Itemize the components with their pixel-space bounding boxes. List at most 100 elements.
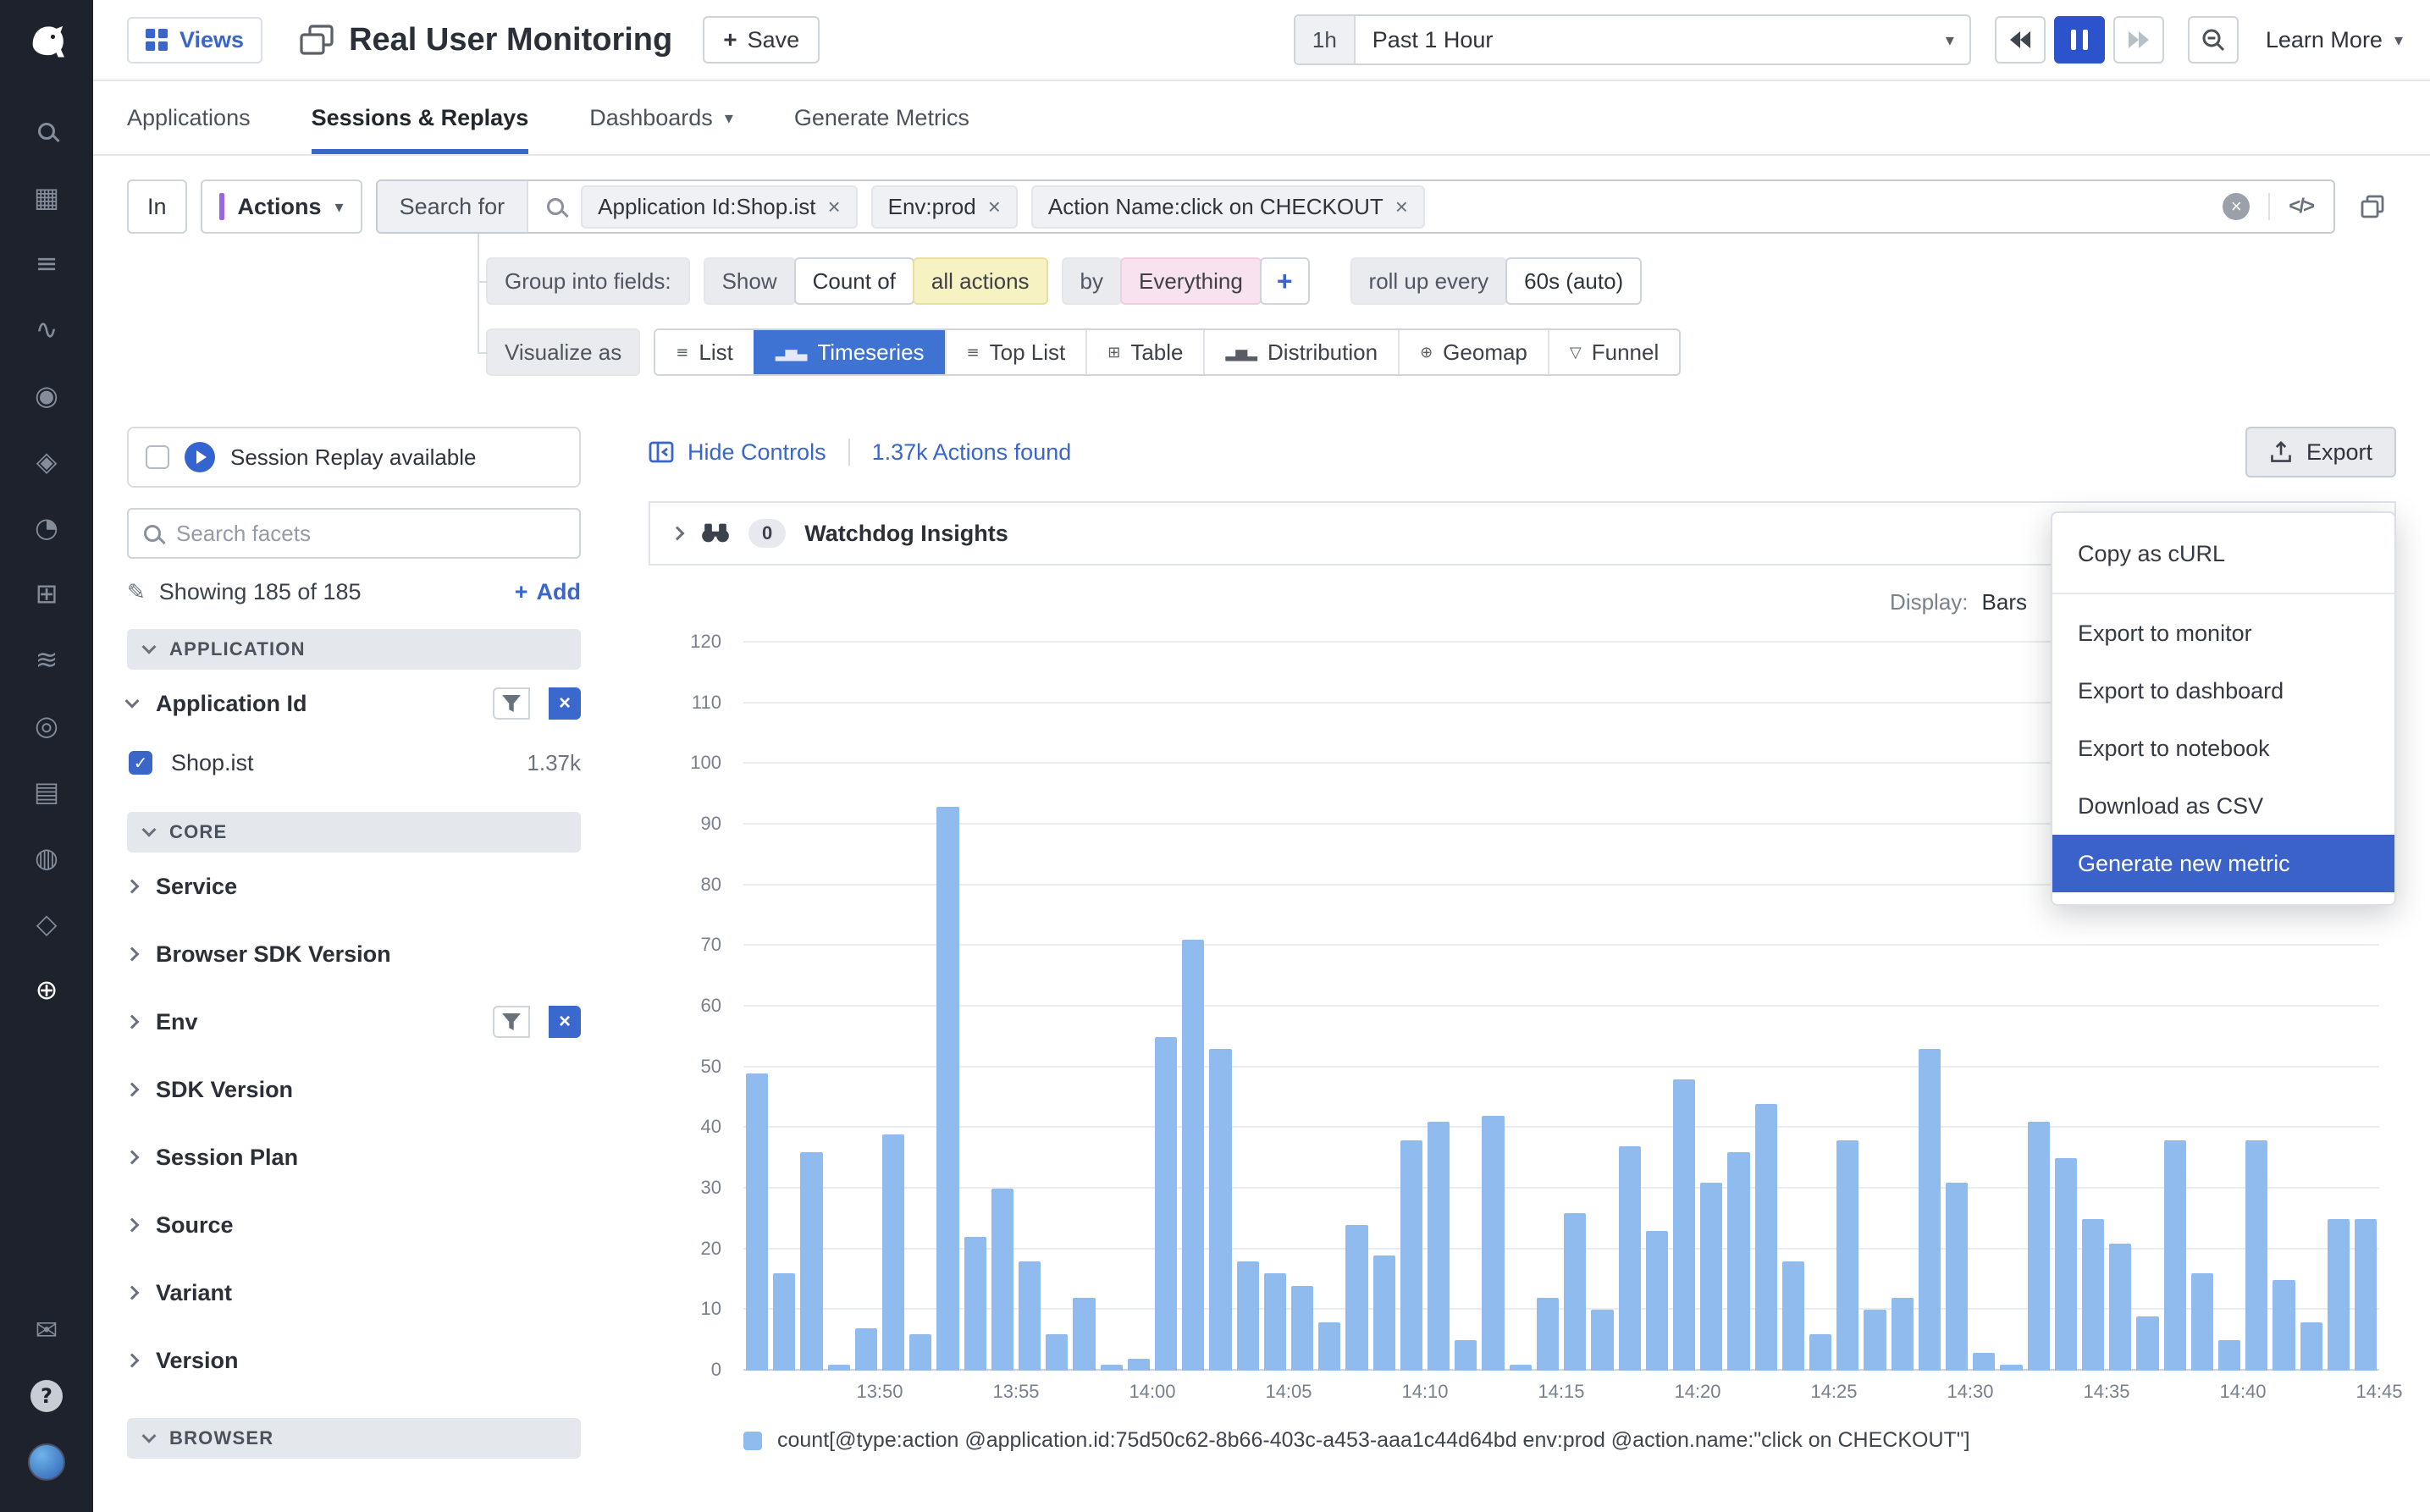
logs-icon[interactable]: ▤ bbox=[21, 766, 72, 817]
bar-14:34[interactable] bbox=[2082, 1219, 2104, 1371]
security-icon[interactable]: ◇ bbox=[21, 898, 72, 949]
bar-13:53[interactable] bbox=[964, 1237, 986, 1371]
clear-facet-filter-button[interactable]: × bbox=[549, 687, 581, 720]
facet-section-application[interactable]: APPLICATION bbox=[127, 629, 581, 670]
views-button[interactable]: Views bbox=[127, 17, 262, 63]
facet-variant[interactable]: Variant bbox=[127, 1259, 581, 1327]
bar-14:22[interactable] bbox=[1755, 1104, 1777, 1371]
tab-sessions-replays[interactable]: Sessions & Replays bbox=[312, 81, 529, 154]
results-count-link[interactable]: 1.37k Actions found bbox=[872, 439, 1072, 466]
bar-14:05[interactable] bbox=[1291, 1286, 1313, 1371]
bar-13:47[interactable] bbox=[800, 1152, 822, 1371]
search-icon[interactable] bbox=[21, 106, 72, 157]
bar-14:27[interactable] bbox=[1892, 1298, 1914, 1371]
service-map-icon[interactable]: ◈ bbox=[21, 436, 72, 487]
metrics-icon[interactable]: ∿ bbox=[21, 304, 72, 355]
facet-value-shop-ist[interactable]: ✓Shop.ist1.37k bbox=[127, 737, 581, 788]
watchdog-icon[interactable]: ◍ bbox=[21, 832, 72, 883]
viz-list-button[interactable]: ≡List bbox=[655, 330, 754, 374]
filter-pill-application-id-shop-ist[interactable]: Application Id:Shop.ist× bbox=[581, 185, 857, 229]
bar-14:31[interactable] bbox=[2000, 1365, 2022, 1371]
tab-applications[interactable]: Applications bbox=[127, 81, 251, 154]
facet-env[interactable]: Env× bbox=[127, 988, 581, 1056]
time-range-picker[interactable]: 1h Past 1 Hour ▾ bbox=[1294, 14, 1971, 65]
viz-table-button[interactable]: ⊞Table bbox=[1085, 330, 1203, 374]
bar-14:39[interactable] bbox=[2218, 1340, 2240, 1371]
bar-14:28[interactable] bbox=[1919, 1049, 1941, 1371]
viz-top-list-button[interactable]: ≡Top List bbox=[945, 330, 1086, 374]
infrastructure-icon[interactable]: ▦ bbox=[21, 172, 72, 223]
facet-section-browser[interactable]: BROWSER bbox=[127, 1418, 581, 1459]
count-of-select[interactable]: Count of bbox=[794, 257, 914, 305]
learn-more-button[interactable]: Learn More ▾ bbox=[2266, 27, 2403, 53]
bar-14:04[interactable] bbox=[1264, 1273, 1286, 1371]
synthetics-icon[interactable]: ◎ bbox=[21, 700, 72, 751]
menu-item-export-to-notebook[interactable]: Export to notebook bbox=[2052, 720, 2394, 777]
bar-14:07[interactable] bbox=[1345, 1225, 1367, 1371]
duplicate-query-button[interactable] bbox=[2349, 179, 2396, 234]
facet-sdk-version[interactable]: SDK Version bbox=[127, 1056, 581, 1123]
group-by-select[interactable]: Everything bbox=[1120, 257, 1262, 305]
bar-13:49[interactable] bbox=[855, 1328, 877, 1371]
bar-13:54[interactable] bbox=[991, 1189, 1013, 1371]
facet-source[interactable]: Source bbox=[127, 1191, 581, 1259]
facet-session-plan[interactable]: Session Plan bbox=[127, 1123, 581, 1191]
filter-pill-action-name-click-on-checkout[interactable]: Action Name:click on CHECKOUT× bbox=[1031, 185, 1425, 229]
add-group-by-button[interactable]: + bbox=[1260, 257, 1310, 305]
bar-14:37[interactable] bbox=[2164, 1140, 2186, 1371]
bar-13:50[interactable] bbox=[882, 1134, 904, 1371]
bar-14:42[interactable] bbox=[2300, 1322, 2322, 1371]
bar-14:10[interactable] bbox=[1428, 1122, 1450, 1371]
display-mode-select[interactable]: Bars bbox=[1982, 589, 2027, 615]
legend-label[interactable]: count[@type:action @application.id:75d50… bbox=[777, 1428, 1970, 1453]
apm-icon[interactable]: ◉ bbox=[21, 370, 72, 421]
bar-14:43[interactable] bbox=[2328, 1219, 2350, 1371]
bar-14:29[interactable] bbox=[1946, 1183, 1968, 1371]
facet-section-core[interactable]: CORE bbox=[127, 812, 581, 853]
remove-filter-icon[interactable]: × bbox=[1395, 196, 1408, 218]
search-bar[interactable]: Search for Application Id:Shop.ist×Env:p… bbox=[376, 179, 2335, 234]
bar-14:36[interactable] bbox=[2136, 1316, 2158, 1371]
measure-select[interactable]: all actions bbox=[913, 257, 1048, 305]
facet-browser-sdk-version[interactable]: Browser SDK Version bbox=[127, 920, 581, 988]
bar-14:23[interactable] bbox=[1782, 1261, 1804, 1371]
bar-14:24[interactable] bbox=[1809, 1334, 1831, 1371]
filter-pill-env-prod[interactable]: Env:prod× bbox=[871, 185, 1018, 229]
hide-controls-link[interactable]: Hide Controls bbox=[649, 439, 826, 466]
tab-dashboards[interactable]: Dashboards▾ bbox=[589, 81, 733, 154]
viz-distribution-button[interactable]: ▂▅▂Distribution bbox=[1203, 330, 1398, 374]
support-chat-icon[interactable]: ✉ bbox=[21, 1305, 72, 1355]
bar-14:08[interactable] bbox=[1373, 1255, 1395, 1371]
viz-funnel-button[interactable]: ▽Funnel bbox=[1548, 330, 1679, 374]
viz-timeseries-button[interactable]: ▂▅▃Timeseries bbox=[754, 330, 945, 374]
bar-14:13[interactable] bbox=[1510, 1365, 1532, 1371]
fast-forward-button[interactable] bbox=[2113, 16, 2164, 63]
code-view-icon[interactable]: </> bbox=[2289, 195, 2313, 218]
checkbox[interactable]: ✓ bbox=[129, 751, 152, 775]
monitors-icon[interactable]: ≋ bbox=[21, 634, 72, 685]
bar-13:52[interactable] bbox=[936, 807, 958, 1371]
export-button[interactable]: Export bbox=[2245, 427, 2396, 477]
bar-14:44[interactable] bbox=[2355, 1219, 2377, 1371]
zoom-out-button[interactable] bbox=[2188, 16, 2239, 63]
bar-14:01[interactable] bbox=[1182, 940, 1204, 1371]
bar-14:26[interactable] bbox=[1864, 1310, 1886, 1371]
bar-14:18[interactable] bbox=[1646, 1231, 1668, 1371]
bar-14:03[interactable] bbox=[1237, 1261, 1259, 1371]
bar-14:14[interactable] bbox=[1537, 1298, 1559, 1371]
rewind-button[interactable] bbox=[1995, 16, 2046, 63]
session-replay-filter[interactable]: Session Replay available bbox=[127, 427, 581, 488]
bar-14:12[interactable] bbox=[1482, 1116, 1504, 1371]
facet-search-input[interactable] bbox=[176, 521, 564, 547]
bar-14:17[interactable] bbox=[1619, 1146, 1641, 1371]
menu-item-export-to-dashboard[interactable]: Export to dashboard bbox=[2052, 662, 2394, 720]
help-icon[interactable]: ? bbox=[21, 1371, 72, 1421]
remove-filter-icon[interactable]: × bbox=[827, 196, 840, 218]
bar-13:51[interactable] bbox=[909, 1334, 931, 1371]
bar-14:19[interactable] bbox=[1673, 1079, 1695, 1371]
pause-button[interactable] bbox=[2054, 16, 2105, 63]
add-facet-button[interactable]: + Add bbox=[515, 579, 581, 605]
dashboards-icon[interactable]: ⊞ bbox=[21, 568, 72, 619]
rollup-select[interactable]: 60s (auto) bbox=[1505, 257, 1642, 305]
event-type-select[interactable]: Actions ▾ bbox=[201, 179, 362, 234]
